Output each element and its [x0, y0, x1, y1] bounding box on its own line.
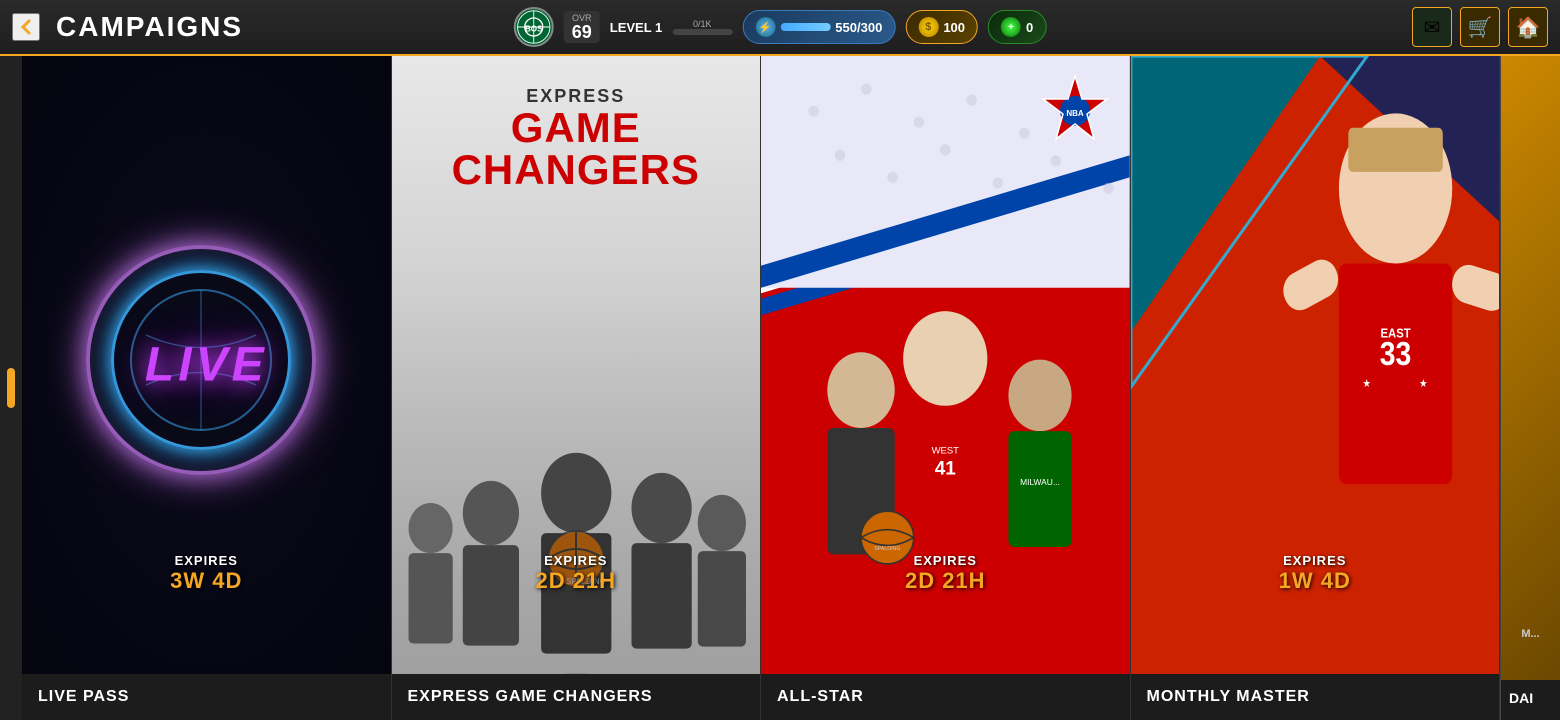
allstar-expires-value: 2D 21H: [905, 568, 986, 594]
monthly-image: 33 EAST ★ ★ EXPIRES 1W 4D: [1131, 56, 1500, 674]
svg-text:SPALDING: SPALDING: [874, 546, 900, 552]
player-stats-center: BOS OVR 69 LEVEL 1 0/1K ⚡ 550/300: [514, 7, 1047, 47]
ovr-value: 69: [572, 23, 592, 41]
ovr-box: OVR 69: [564, 11, 600, 43]
allstar-expires-label: EXPIRES: [905, 553, 986, 568]
scroll-indicator: [7, 368, 15, 408]
back-button[interactable]: [12, 13, 40, 41]
allstar-image: NBA 41 WEST: [761, 56, 1130, 674]
express-name: EXPRESS GAME CHANGERS: [408, 688, 745, 706]
svg-text:★: ★: [1362, 378, 1370, 390]
level-box: LEVEL 1: [610, 20, 663, 35]
svg-text:41: 41: [935, 458, 956, 479]
energy-stat: ⚡ 550/300: [742, 10, 895, 44]
svg-text:★: ★: [1419, 378, 1427, 390]
xp-bar: [672, 29, 732, 35]
live-pass-name: LIVE PASS: [38, 688, 375, 706]
monthly-name: MONTHLY MASTER: [1147, 688, 1484, 706]
live-expires-label: EXPIRES: [170, 553, 242, 568]
campaigns-list: LIVE EXPIRES 3W 4D LIVE PASS EXPRESS: [22, 56, 1560, 720]
monthly-expires-overlay: EXPIRES 1W 4D: [1279, 553, 1351, 594]
campaign-card-daily-partial[interactable]: M... DAI: [1500, 56, 1560, 720]
svg-text:MILWAU...: MILWAU...: [1020, 476, 1060, 486]
home-icon: 🏠: [1516, 15, 1541, 40]
monthly-expires-value: 1W 4D: [1279, 568, 1351, 594]
allstar-expires-overlay: EXPIRES 2D 21H: [905, 553, 986, 594]
express-expires-value: 2D 21H: [535, 568, 616, 594]
svg-text:BOS: BOS: [525, 25, 543, 34]
live-expires-overlay: EXPIRES 3W 4D: [170, 553, 242, 594]
energy-bar: [780, 23, 830, 31]
campaign-card-allstar[interactable]: NBA 41 WEST: [761, 56, 1131, 720]
express-footer: EXPRESS GAME CHANGERS: [392, 674, 761, 720]
energy-value: 550/300: [835, 20, 882, 35]
monthly-expires-label: EXPIRES: [1279, 553, 1351, 568]
express-title-area: EXPRESS GAME CHANGERS: [392, 86, 761, 191]
main-content: LIVE EXPIRES 3W 4D LIVE PASS EXPRESS: [0, 56, 1560, 720]
coin-icon: $: [918, 17, 938, 37]
mail-icon: ✉: [1424, 15, 1441, 40]
xp-bar-container: 0/1K: [672, 19, 732, 35]
page-title: CAMPAIGNS: [56, 11, 243, 43]
allstar-footer: ALL-STAR: [761, 674, 1130, 720]
live-expires-value: 3W 4D: [170, 568, 242, 594]
campaign-card-express[interactable]: EXPRESS GAME CHANGERS: [392, 56, 762, 720]
live-pass-image: LIVE EXPIRES 3W 4D: [22, 56, 391, 674]
cash-icon: +: [1001, 17, 1021, 37]
svg-text:NBA: NBA: [1066, 109, 1084, 118]
allstar-name: ALL-STAR: [777, 688, 1114, 706]
xp-text: 0/1K: [693, 19, 712, 29]
cash-stat: + 0: [988, 10, 1046, 44]
express-expires-overlay: EXPIRES 2D 21H: [535, 553, 616, 594]
coins-value: 100: [943, 20, 965, 35]
express-image: EXPRESS GAME CHANGERS: [392, 56, 761, 674]
express-expires-label: EXPIRES: [535, 553, 616, 568]
side-indicator: [0, 56, 22, 720]
campaign-card-monthly[interactable]: 33 EAST ★ ★ EXPIRES 1W 4D: [1131, 56, 1501, 720]
monthly-footer: MONTHLY MASTER: [1131, 674, 1500, 720]
campaign-card-live-pass[interactable]: LIVE EXPIRES 3W 4D LIVE PASS: [22, 56, 392, 720]
svg-text:EAST: EAST: [1380, 326, 1411, 341]
cash-value: 0: [1026, 20, 1033, 35]
home-button[interactable]: 🏠: [1508, 7, 1548, 47]
svg-text:WEST: WEST: [932, 445, 960, 456]
top-bar: CAMPAIGNS BOS OVR 69 LEVEL 1 0/1K: [0, 0, 1560, 56]
cart-icon: 🛒: [1468, 15, 1493, 40]
coins-stat: $ 100: [905, 10, 978, 44]
live-pass-footer: LIVE PASS: [22, 674, 391, 720]
team-logo: BOS: [514, 7, 554, 47]
level-value: LEVEL 1: [610, 20, 663, 35]
energy-icon: ⚡: [755, 17, 775, 37]
live-logo: LIVE: [86, 245, 326, 485]
shop-button[interactable]: 🛒: [1460, 7, 1500, 47]
action-icons: ✉ 🛒 🏠: [1412, 7, 1548, 47]
mail-button[interactable]: ✉: [1412, 7, 1452, 47]
express-main-title: GAME CHANGERS: [392, 107, 761, 191]
live-text: LIVE: [145, 338, 268, 393]
